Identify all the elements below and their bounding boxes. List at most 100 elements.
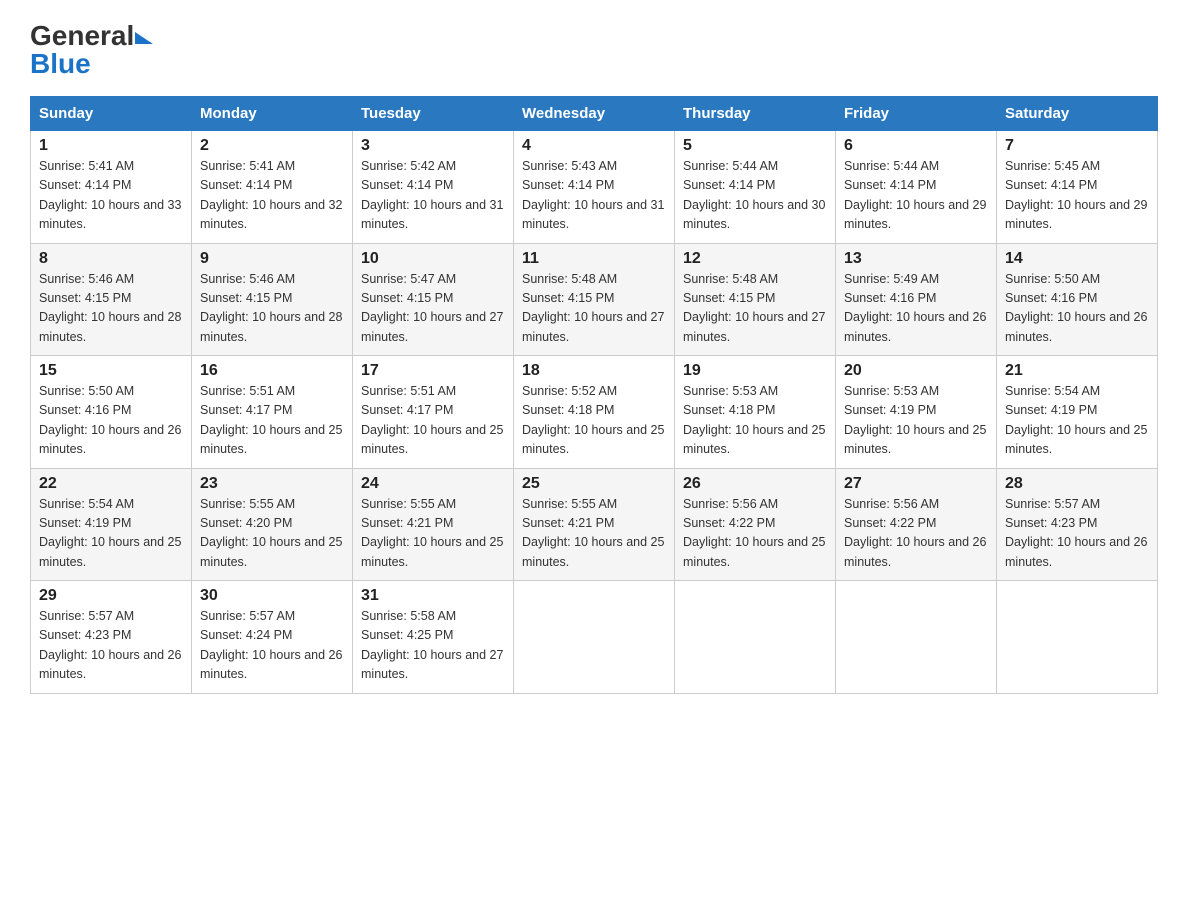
calendar-cell: 2 Sunrise: 5:41 AMSunset: 4:14 PMDaylight… bbox=[192, 131, 353, 244]
calendar-cell bbox=[675, 581, 836, 694]
day-number: 28 bbox=[1005, 475, 1149, 493]
calendar-cell: 21 Sunrise: 5:54 AMSunset: 4:19 PMDayligh… bbox=[997, 356, 1158, 469]
day-number: 31 bbox=[361, 587, 505, 605]
calendar-cell: 3 Sunrise: 5:42 AMSunset: 4:14 PMDaylight… bbox=[353, 131, 514, 244]
week-row-5: 29Sunrise: 5:57 AMSunset: 4:23 PMDayligh… bbox=[31, 581, 1158, 694]
calendar-cell: 22 Sunrise: 5:54 AMSunset: 4:19 PMDayligh… bbox=[31, 468, 192, 581]
day-number: 14 bbox=[1005, 250, 1149, 268]
day-info: Sunrise: 5:53 AMSunset: 4:18 PMDaylight:… bbox=[683, 382, 827, 460]
calendar-table: SundayMondayTuesdayWednesdayThursdayFrid… bbox=[30, 96, 1158, 694]
day-info: Sunrise: 5:45 AMSunset: 4:14 PMDaylight:… bbox=[1005, 157, 1149, 235]
day-info: Sunrise: 5:50 AMSunset: 4:16 PMDaylight:… bbox=[39, 382, 183, 460]
day-info: Sunrise: 5:58 AMSunset: 4:25 PMDaylight:… bbox=[361, 607, 505, 685]
calendar-cell: 27Sunrise: 5:56 AMSunset: 4:22 PMDayligh… bbox=[836, 468, 997, 581]
week-row-1: 1 Sunrise: 5:41 AMSunset: 4:14 PMDaylight… bbox=[31, 131, 1158, 244]
day-number: 6 bbox=[844, 137, 988, 155]
day-number: 10 bbox=[361, 250, 505, 268]
day-number: 29 bbox=[39, 587, 183, 605]
week-row-2: 8 Sunrise: 5:46 AMSunset: 4:15 PMDaylight… bbox=[31, 243, 1158, 356]
day-info: Sunrise: 5:41 AMSunset: 4:14 PMDaylight:… bbox=[39, 157, 183, 235]
calendar-cell: 28 Sunrise: 5:57 AMSunset: 4:23 PMDayligh… bbox=[997, 468, 1158, 581]
day-info: Sunrise: 5:42 AMSunset: 4:14 PMDaylight:… bbox=[361, 157, 505, 235]
day-info: Sunrise: 5:50 AMSunset: 4:16 PMDaylight:… bbox=[1005, 270, 1149, 348]
calendar-cell: 26 Sunrise: 5:56 AMSunset: 4:22 PMDayligh… bbox=[675, 468, 836, 581]
day-info: Sunrise: 5:53 AMSunset: 4:19 PMDaylight:… bbox=[844, 382, 988, 460]
calendar-cell: 19 Sunrise: 5:53 AMSunset: 4:18 PMDayligh… bbox=[675, 356, 836, 469]
page-header: General Blue bbox=[30, 20, 1158, 80]
day-number: 5 bbox=[683, 137, 827, 155]
day-info: Sunrise: 5:43 AMSunset: 4:14 PMDaylight:… bbox=[522, 157, 666, 235]
day-number: 3 bbox=[361, 137, 505, 155]
day-number: 24 bbox=[361, 475, 505, 493]
day-info: Sunrise: 5:54 AMSunset: 4:19 PMDaylight:… bbox=[39, 495, 183, 573]
calendar-cell: 16 Sunrise: 5:51 AMSunset: 4:17 PMDayligh… bbox=[192, 356, 353, 469]
day-header-tuesday: Tuesday bbox=[353, 97, 514, 131]
day-number: 22 bbox=[39, 475, 183, 493]
day-header-saturday: Saturday bbox=[997, 97, 1158, 131]
day-number: 27 bbox=[844, 475, 988, 493]
day-number: 12 bbox=[683, 250, 827, 268]
day-info: Sunrise: 5:55 AMSunset: 4:20 PMDaylight:… bbox=[200, 495, 344, 573]
day-number: 1 bbox=[39, 137, 183, 155]
day-info: Sunrise: 5:55 AMSunset: 4:21 PMDaylight:… bbox=[522, 495, 666, 573]
calendar-cell: 15 Sunrise: 5:50 AMSunset: 4:16 PMDayligh… bbox=[31, 356, 192, 469]
calendar-cell: 5 Sunrise: 5:44 AMSunset: 4:14 PMDaylight… bbox=[675, 131, 836, 244]
day-info: Sunrise: 5:52 AMSunset: 4:18 PMDaylight:… bbox=[522, 382, 666, 460]
day-info: Sunrise: 5:54 AMSunset: 4:19 PMDaylight:… bbox=[1005, 382, 1149, 460]
day-header-thursday: Thursday bbox=[675, 97, 836, 131]
calendar-cell: 24 Sunrise: 5:55 AMSunset: 4:21 PMDayligh… bbox=[353, 468, 514, 581]
calendar-cell bbox=[997, 581, 1158, 694]
header-row: SundayMondayTuesdayWednesdayThursdayFrid… bbox=[31, 97, 1158, 131]
day-info: Sunrise: 5:51 AMSunset: 4:17 PMDaylight:… bbox=[200, 382, 344, 460]
day-info: Sunrise: 5:56 AMSunset: 4:22 PMDaylight:… bbox=[683, 495, 827, 573]
day-info: Sunrise: 5:46 AMSunset: 4:15 PMDaylight:… bbox=[39, 270, 183, 348]
calendar-cell: 1 Sunrise: 5:41 AMSunset: 4:14 PMDaylight… bbox=[31, 131, 192, 244]
calendar-cell: 6 Sunrise: 5:44 AMSunset: 4:14 PMDaylight… bbox=[836, 131, 997, 244]
day-info: Sunrise: 5:49 AMSunset: 4:16 PMDaylight:… bbox=[844, 270, 988, 348]
day-number: 23 bbox=[200, 475, 344, 493]
day-info: Sunrise: 5:44 AMSunset: 4:14 PMDaylight:… bbox=[683, 157, 827, 235]
calendar-header: SundayMondayTuesdayWednesdayThursdayFrid… bbox=[31, 97, 1158, 131]
day-number: 19 bbox=[683, 362, 827, 380]
day-info: Sunrise: 5:57 AMSunset: 4:23 PMDaylight:… bbox=[1005, 495, 1149, 573]
calendar-cell: 30 Sunrise: 5:57 AMSunset: 4:24 PMDayligh… bbox=[192, 581, 353, 694]
day-number: 13 bbox=[844, 250, 988, 268]
day-header-friday: Friday bbox=[836, 97, 997, 131]
week-row-3: 15 Sunrise: 5:50 AMSunset: 4:16 PMDayligh… bbox=[31, 356, 1158, 469]
calendar-cell: 11 Sunrise: 5:48 AMSunset: 4:15 PMDayligh… bbox=[514, 243, 675, 356]
day-number: 18 bbox=[522, 362, 666, 380]
day-info: Sunrise: 5:51 AMSunset: 4:17 PMDaylight:… bbox=[361, 382, 505, 460]
day-info: Sunrise: 5:55 AMSunset: 4:21 PMDaylight:… bbox=[361, 495, 505, 573]
calendar-cell: 20Sunrise: 5:53 AMSunset: 4:19 PMDayligh… bbox=[836, 356, 997, 469]
day-number: 7 bbox=[1005, 137, 1149, 155]
day-header-monday: Monday bbox=[192, 97, 353, 131]
logo-arrow-icon bbox=[135, 32, 153, 44]
calendar-cell: 29Sunrise: 5:57 AMSunset: 4:23 PMDayligh… bbox=[31, 581, 192, 694]
day-header-sunday: Sunday bbox=[31, 97, 192, 131]
day-number: 2 bbox=[200, 137, 344, 155]
day-info: Sunrise: 5:57 AMSunset: 4:24 PMDaylight:… bbox=[200, 607, 344, 685]
day-number: 16 bbox=[200, 362, 344, 380]
day-info: Sunrise: 5:48 AMSunset: 4:15 PMDaylight:… bbox=[522, 270, 666, 348]
calendar-cell: 8 Sunrise: 5:46 AMSunset: 4:15 PMDaylight… bbox=[31, 243, 192, 356]
calendar-cell: 31 Sunrise: 5:58 AMSunset: 4:25 PMDayligh… bbox=[353, 581, 514, 694]
day-number: 9 bbox=[200, 250, 344, 268]
day-number: 8 bbox=[39, 250, 183, 268]
day-number: 26 bbox=[683, 475, 827, 493]
day-header-wednesday: Wednesday bbox=[514, 97, 675, 131]
calendar-cell: 17Sunrise: 5:51 AMSunset: 4:17 PMDayligh… bbox=[353, 356, 514, 469]
day-number: 30 bbox=[200, 587, 344, 605]
calendar-cell: 9 Sunrise: 5:46 AMSunset: 4:15 PMDaylight… bbox=[192, 243, 353, 356]
day-number: 15 bbox=[39, 362, 183, 380]
day-info: Sunrise: 5:44 AMSunset: 4:14 PMDaylight:… bbox=[844, 157, 988, 235]
day-number: 4 bbox=[522, 137, 666, 155]
day-number: 11 bbox=[522, 250, 666, 268]
day-number: 21 bbox=[1005, 362, 1149, 380]
day-info: Sunrise: 5:48 AMSunset: 4:15 PMDaylight:… bbox=[683, 270, 827, 348]
logo-blue-text: Blue bbox=[30, 48, 91, 80]
calendar-body: 1 Sunrise: 5:41 AMSunset: 4:14 PMDaylight… bbox=[31, 131, 1158, 694]
calendar-cell: 13 Sunrise: 5:49 AMSunset: 4:16 PMDayligh… bbox=[836, 243, 997, 356]
day-info: Sunrise: 5:41 AMSunset: 4:14 PMDaylight:… bbox=[200, 157, 344, 235]
day-info: Sunrise: 5:46 AMSunset: 4:15 PMDaylight:… bbox=[200, 270, 344, 348]
week-row-4: 22 Sunrise: 5:54 AMSunset: 4:19 PMDayligh… bbox=[31, 468, 1158, 581]
